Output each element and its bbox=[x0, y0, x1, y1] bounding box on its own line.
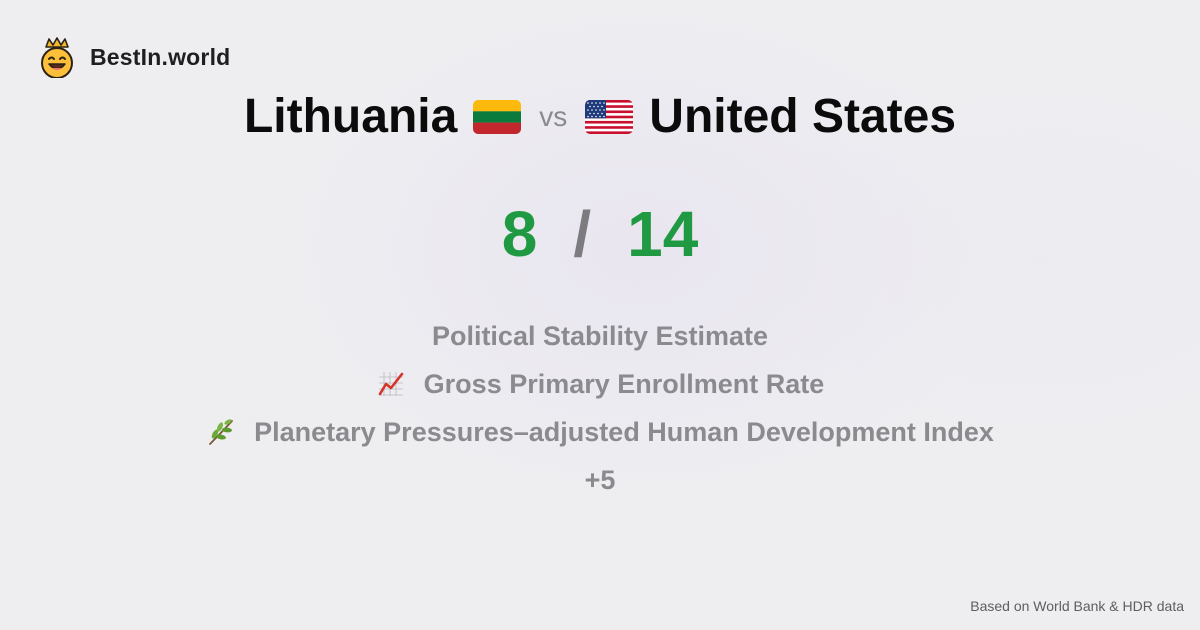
more-metrics-count[interactable]: +5 bbox=[585, 456, 616, 504]
chart-increasing-icon bbox=[378, 372, 403, 396]
herb-icon bbox=[209, 419, 234, 445]
score-separator: / bbox=[573, 198, 592, 270]
right-country-name[interactable]: United States bbox=[649, 93, 956, 141]
crown-smiley-icon bbox=[41, 37, 73, 78]
metric-item[interactable]: Political Stability Estimate bbox=[432, 312, 768, 360]
vs-label: vs bbox=[539, 101, 568, 132]
left-country-name[interactable]: Lithuania bbox=[244, 93, 457, 141]
brand-name: BestIn.world bbox=[90, 43, 231, 70]
right-score: 14 bbox=[627, 198, 699, 270]
metric-list: Political Stability Estimate Gross Prima… bbox=[0, 312, 1200, 504]
data-source-note: Based on World Bank & HDR data bbox=[970, 598, 1184, 614]
score: 8 / 14 bbox=[0, 196, 1200, 272]
metric-item[interactable]: Planetary Pressures–adjusted Human Devel… bbox=[206, 408, 994, 456]
metric-label: Gross Primary Enrollment Rate bbox=[423, 368, 825, 399]
metric-label: Planetary Pressures–adjusted Human Devel… bbox=[254, 416, 994, 447]
metric-label: Political Stability Estimate bbox=[431, 320, 769, 351]
comparison-title: Lithuania vs United States bbox=[0, 86, 1200, 148]
lithuania-flag-icon bbox=[473, 100, 522, 134]
left-score: 8 bbox=[501, 198, 538, 270]
metric-item[interactable]: Gross Primary Enrollment Rate bbox=[376, 360, 825, 408]
brand-logo[interactable]: BestIn.world bbox=[38, 36, 230, 78]
usa-flag-icon bbox=[585, 100, 634, 134]
